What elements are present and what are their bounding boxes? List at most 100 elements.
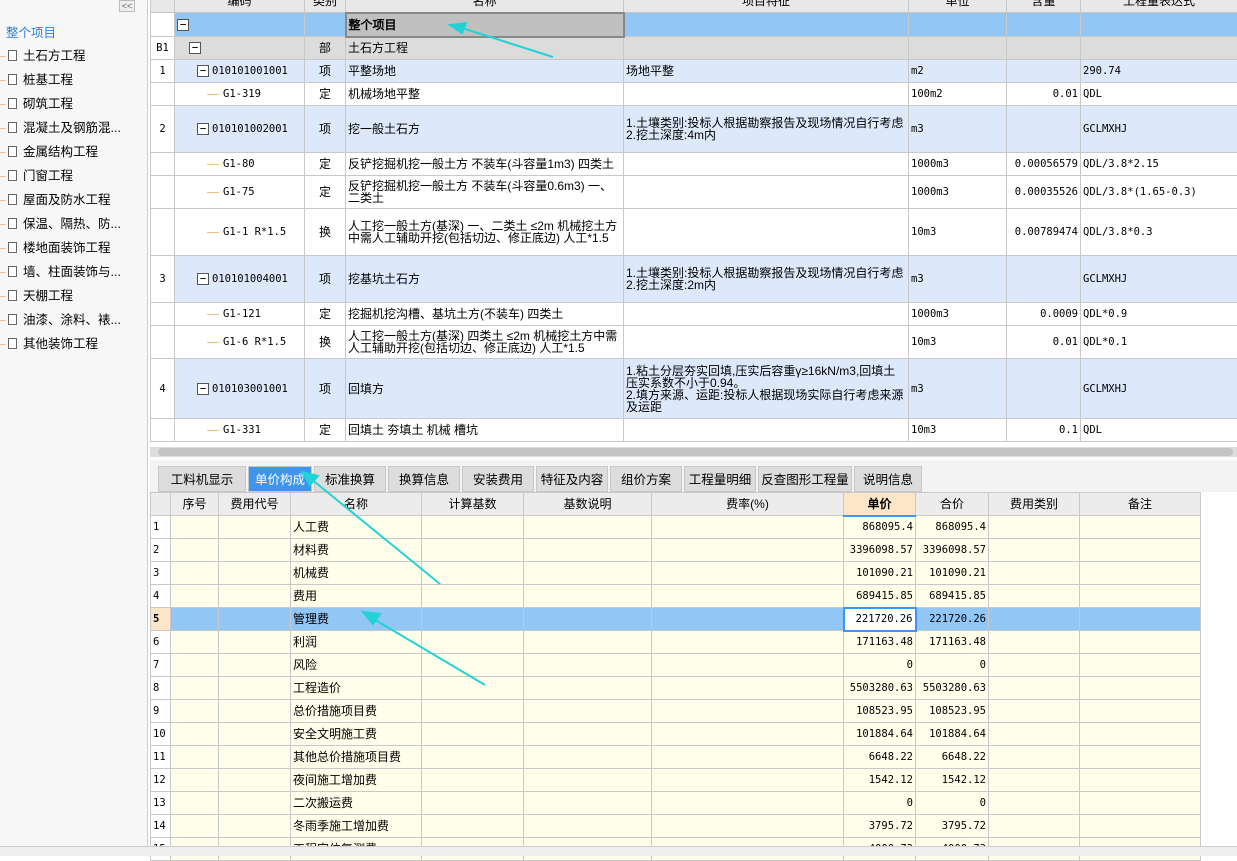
cell[interactable]: [524, 677, 652, 700]
cell[interactable]: [219, 562, 291, 585]
cell[interactable]: [1080, 539, 1201, 562]
cell[interactable]: [652, 516, 844, 539]
cell[interactable]: [989, 654, 1080, 677]
cell-num[interactable]: 10: [151, 723, 171, 746]
table-row[interactable]: G1-331定回填土 夯填土 机械 槽坑10m30.1QDL: [151, 419, 1237, 442]
tab-2[interactable]: 标准换算: [314, 466, 386, 492]
table-row[interactable]: 3−010101004001项挖基坑土石方1.土壤类别:投标人根据勘察报告及现场…: [151, 256, 1237, 303]
tree-item[interactable]: 门窗工程: [8, 166, 73, 186]
cell-unit_price[interactable]: 0: [844, 792, 916, 815]
cell-total[interactable]: 171163.48: [916, 631, 989, 654]
cell-num[interactable]: 8: [151, 677, 171, 700]
cell[interactable]: [422, 815, 524, 838]
table-row[interactable]: 7风险00: [151, 654, 1201, 677]
column-header[interactable]: [151, 493, 171, 516]
cell[interactable]: [219, 608, 291, 631]
column-header[interactable]: 费用类别: [989, 493, 1080, 516]
cell-total[interactable]: 3795.72: [916, 815, 989, 838]
cell-num[interactable]: 13: [151, 792, 171, 815]
cell[interactable]: [652, 746, 844, 769]
table-row[interactable]: 6利润171163.48171163.48: [151, 631, 1201, 654]
cell-num[interactable]: 14: [151, 815, 171, 838]
cell-num[interactable]: 9: [151, 700, 171, 723]
cell[interactable]: [422, 700, 524, 723]
cell[interactable]: [989, 723, 1080, 746]
table-row[interactable]: 2材料费3396098.573396098.57: [151, 539, 1201, 562]
table-row[interactable]: 10安全文明施工费101884.64101884.64: [151, 723, 1201, 746]
table-row[interactable]: 4费用689415.85689415.85: [151, 585, 1201, 608]
cell[interactable]: [219, 769, 291, 792]
cell[interactable]: [1080, 608, 1201, 631]
cell-num[interactable]: 3: [151, 562, 171, 585]
table-row[interactable]: 9总价措施项目费108523.95108523.95: [151, 700, 1201, 723]
cell[interactable]: [652, 677, 844, 700]
cell[interactable]: [219, 539, 291, 562]
tab-8[interactable]: 反查图形工程量: [758, 466, 852, 492]
cell-total[interactable]: 0: [916, 654, 989, 677]
cell[interactable]: [989, 516, 1080, 539]
cell-total[interactable]: 3396098.57: [916, 539, 989, 562]
cell[interactable]: [171, 631, 219, 654]
table-row[interactable]: 1−010101001001项平整场地场地平整m2290.74: [151, 60, 1237, 83]
cell[interactable]: [171, 516, 219, 539]
cell[interactable]: [524, 608, 652, 631]
table-row[interactable]: G1-6 R*1.5换人工挖一般土方(基深) 四类土 ≤2m 机械挖土方中需人工…: [151, 326, 1237, 359]
cell[interactable]: [1080, 769, 1201, 792]
tree-item[interactable]: 土石方工程: [8, 46, 86, 66]
cell-total[interactable]: 868095.4: [916, 516, 989, 539]
cell-name[interactable]: 冬雨季施工增加费: [291, 815, 422, 838]
tree-item[interactable]: 砌筑工程: [8, 94, 73, 114]
cell-total[interactable]: 5503280.63: [916, 677, 989, 700]
collapse-node-icon[interactable]: −: [189, 42, 201, 54]
tree-item[interactable]: 其他装饰工程: [8, 334, 98, 354]
cell-unit_price[interactable]: 101884.64: [844, 723, 916, 746]
tree-item[interactable]: 金属结构工程: [8, 142, 98, 162]
cell[interactable]: [989, 677, 1080, 700]
cell[interactable]: [422, 539, 524, 562]
cell[interactable]: [171, 700, 219, 723]
tab-0[interactable]: 工料机显示: [158, 466, 246, 492]
cell-name[interactable]: 费用: [291, 585, 422, 608]
cell[interactable]: [171, 746, 219, 769]
cell-num[interactable]: 1: [151, 516, 171, 539]
cell[interactable]: [652, 608, 844, 631]
column-header[interactable]: 工程量表达式: [1081, 0, 1237, 13]
column-header[interactable]: 编码: [175, 0, 305, 13]
collapse-node-icon[interactable]: −: [197, 383, 209, 395]
cell[interactable]: [652, 700, 844, 723]
cell[interactable]: [171, 539, 219, 562]
cell-unit_price[interactable]: 3396098.57: [844, 539, 916, 562]
table-row[interactable]: G1-121定挖掘机挖沟槽、基坑土方(不装车) 四类土1000m30.0009Q…: [151, 303, 1237, 326]
cell[interactable]: [989, 746, 1080, 769]
cell-unit_price[interactable]: 101090.21: [844, 562, 916, 585]
cell[interactable]: [219, 792, 291, 815]
cell[interactable]: [1080, 631, 1201, 654]
cell-unit_price[interactable]: 3795.72: [844, 815, 916, 838]
cell[interactable]: [524, 654, 652, 677]
cell-name[interactable]: 材料费: [291, 539, 422, 562]
cell[interactable]: [422, 562, 524, 585]
cell[interactable]: [219, 631, 291, 654]
cell-name[interactable]: 二次搬运费: [291, 792, 422, 815]
tab-3[interactable]: 换算信息: [388, 466, 460, 492]
column-header[interactable]: 项目特征: [624, 0, 909, 13]
cell[interactable]: [422, 631, 524, 654]
cell[interactable]: [1080, 516, 1201, 539]
cell-unit_price[interactable]: 0: [844, 654, 916, 677]
cell-total[interactable]: 101090.21: [916, 562, 989, 585]
table-row[interactable]: −整个项目: [151, 13, 1237, 37]
cell[interactable]: [524, 539, 652, 562]
cell-unit_price[interactable]: 6648.22: [844, 746, 916, 769]
collapse-node-icon[interactable]: −: [197, 65, 209, 77]
cell[interactable]: [171, 677, 219, 700]
cell-unit_price[interactable]: 221720.26: [844, 608, 916, 631]
cell-total[interactable]: 689415.85: [916, 585, 989, 608]
table-row[interactable]: 1人工费868095.4868095.4: [151, 516, 1201, 539]
cell[interactable]: [219, 746, 291, 769]
cell-name[interactable]: 其他总价措施项目费: [291, 746, 422, 769]
cell-total[interactable]: 101884.64: [916, 723, 989, 746]
table-row[interactable]: 2−010101002001项挖一般土石方1.土壤类别:投标人根据勘察报告及现场…: [151, 106, 1237, 153]
column-header[interactable]: 序号: [171, 493, 219, 516]
cell[interactable]: [524, 562, 652, 585]
cell[interactable]: [1080, 677, 1201, 700]
